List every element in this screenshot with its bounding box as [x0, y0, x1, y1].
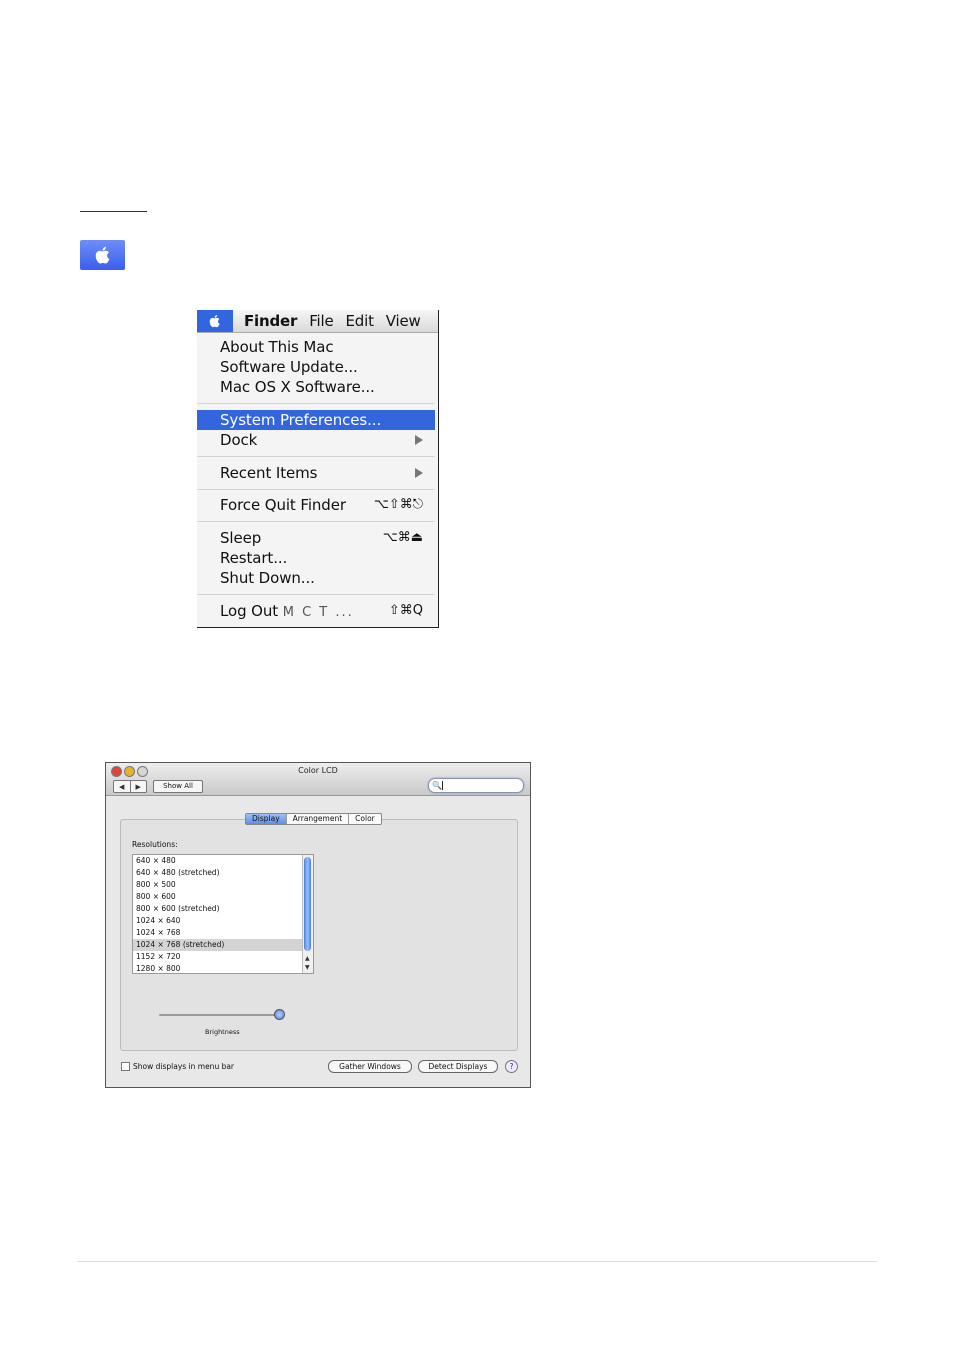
tab-arrangement[interactable]: Arrangement [287, 814, 350, 824]
menu-item-label: About This Mac [220, 338, 334, 356]
menu-item-label: Mac OS X Software... [220, 378, 375, 396]
menubar-finder[interactable]: Finder [244, 312, 297, 330]
menubar-file[interactable]: File [309, 312, 334, 330]
menu-separator [197, 456, 435, 457]
submenu-arrow-icon [415, 435, 423, 445]
help-icon[interactable]: ? [505, 1060, 518, 1073]
show-all-button[interactable]: Show All [153, 780, 203, 793]
nav-buttons: ◀ ▶ [113, 780, 147, 793]
menu-item-user: M C T ... [282, 605, 354, 620]
forward-arrow-icon[interactable]: ▶ [131, 781, 147, 792]
brightness-slider-knob[interactable] [274, 1009, 285, 1020]
apple-menu-screenshot: Finder File Edit View About This Mac Sof… [197, 310, 439, 628]
display-panel: Resolutions: 640 × 480 640 × 480 (stretc… [120, 819, 518, 1051]
text-caret [442, 781, 443, 790]
brightness-slider-track[interactable] [159, 1014, 281, 1016]
menubar-view[interactable]: View [386, 312, 421, 330]
show-displays-option[interactable]: Show displays in menu bar [121, 1062, 234, 1071]
menu-item-label: Log Out [220, 602, 279, 620]
menu-item-recent-items[interactable]: Recent Items [197, 463, 435, 483]
list-item[interactable]: 640 × 480 (stretched) [133, 867, 302, 879]
menu-item-force-quit[interactable]: Force Quit Finder ⌥⇧⌘⎋ [197, 495, 435, 515]
menu-item-label: System Preferences... [220, 411, 382, 429]
list-item[interactable]: 800 × 500 [133, 879, 302, 891]
list-item[interactable]: 800 × 600 [133, 891, 302, 903]
menubar-edit[interactable]: Edit [346, 312, 374, 330]
tab-color[interactable]: Color [349, 814, 381, 824]
apple-logo-icon [95, 246, 109, 264]
apple-menu-icon[interactable] [80, 240, 125, 270]
window-titlebar: Color LCD ◀ ▶ Show All 🔍 [106, 763, 530, 796]
submenu-arrow-icon [415, 468, 423, 478]
list-item[interactable]: 1024 × 768 [133, 927, 302, 939]
menu-item-label-group: Log Out M C T ... [220, 601, 354, 623]
menu-item-sleep[interactable]: Sleep ⌥⌘⏏ [197, 528, 435, 548]
list-item[interactable]: 1152 × 720 [133, 951, 302, 963]
menu-item-label: Dock [220, 431, 258, 449]
menu-item-software-update[interactable]: Software Update... [197, 357, 435, 377]
menu-item-label: Force Quit Finder [220, 496, 346, 514]
menu-item-restart[interactable]: Restart... [197, 548, 435, 568]
list-item[interactable]: 1024 × 640 [133, 915, 302, 927]
show-displays-checkbox[interactable] [121, 1062, 130, 1071]
menu-separator [197, 489, 435, 490]
list-scrollbar[interactable]: ▲ ▼ [302, 855, 313, 973]
tab-display[interactable]: Display [246, 814, 287, 824]
menu-item-dock[interactable]: Dock [197, 430, 435, 450]
gather-windows-button[interactable]: Gather Windows [328, 1060, 412, 1073]
show-displays-label: Show displays in menu bar [133, 1062, 235, 1071]
menu-item-about[interactable]: About This Mac [197, 337, 435, 357]
list-item[interactable]: 640 × 480 [133, 855, 302, 867]
scrollbar-thumb[interactable] [304, 857, 311, 951]
menu-item-label: Restart... [220, 549, 288, 567]
window-title: Color LCD [298, 766, 338, 775]
list-item-selected[interactable]: 1024 × 768 (stretched) [133, 939, 302, 951]
menu-separator [197, 594, 435, 595]
menu-item-shut-down[interactable]: Shut Down... [197, 568, 435, 588]
resolutions-label: Resolutions: [132, 840, 178, 849]
back-arrow-icon[interactable]: ◀ [114, 781, 131, 792]
menu-shortcut: ⌥⇧⌘⎋ [373, 497, 423, 512]
menu-item-label: Shut Down... [220, 569, 315, 587]
detect-displays-button[interactable]: Detect Displays [418, 1060, 498, 1073]
display-prefs-window: Color LCD ◀ ▶ Show All 🔍 Resolutions: 64… [105, 762, 531, 1088]
search-input[interactable]: 🔍 [428, 778, 524, 793]
list-item[interactable]: 800 × 600 (stretched) [133, 903, 302, 915]
scroll-down-arrow-icon[interactable]: ▼ [305, 964, 310, 971]
list-item[interactable]: 1280 × 800 [133, 963, 302, 973]
menu-bar: Finder File Edit View [197, 310, 438, 333]
menu-item-label: Recent Items [220, 464, 318, 482]
menu-separator [197, 521, 435, 522]
menu-item-label: Software Update... [220, 358, 358, 376]
search-icon: 🔍 [432, 781, 442, 790]
apple-logo-icon [209, 315, 220, 328]
apple-menu-button[interactable] [197, 310, 233, 332]
resolutions-list[interactable]: 640 × 480 640 × 480 (stretched) 800 × 50… [132, 854, 314, 974]
menu-shortcut: ⇧⌘Q [388, 603, 423, 618]
menu-item-system-preferences[interactable]: System Preferences... [197, 410, 435, 430]
scroll-up-arrow-icon[interactable]: ▲ [305, 955, 310, 962]
menu-item-mac-os-x-software[interactable]: Mac OS X Software... [197, 377, 435, 397]
menu-item-label: Sleep [220, 529, 262, 547]
top-rule [80, 211, 147, 212]
menu-item-log-out[interactable]: Log Out M C T ... ⇧⌘Q [197, 601, 435, 621]
brightness-label: Brightness [205, 1028, 240, 1036]
menu-shortcut: ⌥⌘⏏ [382, 530, 423, 545]
tab-bar: Display Arrangement Color [245, 813, 382, 825]
footer-rule [77, 1261, 877, 1262]
menu-separator [197, 403, 435, 404]
